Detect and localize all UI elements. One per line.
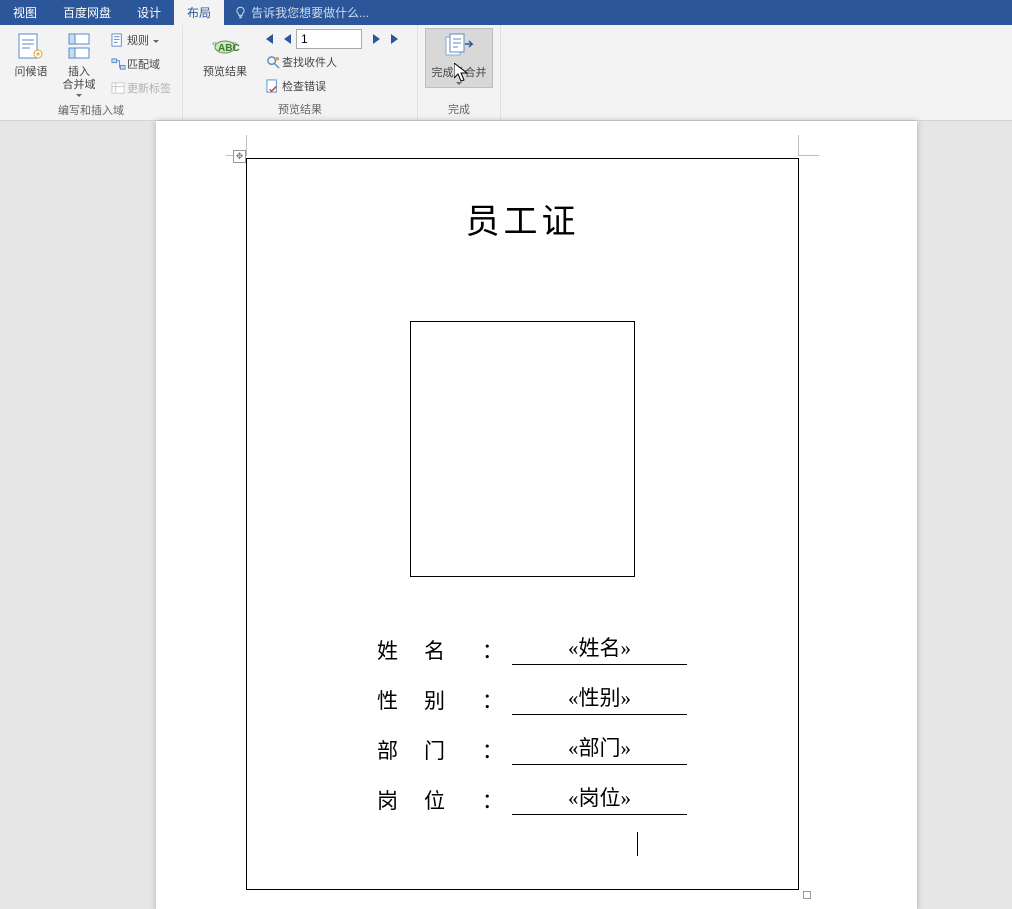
field-label: 部门 (377, 735, 482, 765)
first-record-button[interactable] (260, 30, 278, 48)
tab-layout[interactable]: 布局 (174, 0, 224, 25)
table-resize-handle[interactable] (803, 891, 811, 899)
badge-title[interactable]: 员工证 (247, 194, 798, 243)
check-errors-label: 检查错误 (282, 78, 326, 94)
lightbulb-icon (234, 6, 247, 19)
table-move-handle[interactable]: ✥ (233, 150, 246, 163)
merge-field-department[interactable]: «部门» (512, 732, 687, 765)
group-write-insert-fields: 问候语 插入 合并域 规则 匹配域 (0, 25, 183, 120)
colon: ： (482, 735, 512, 765)
greeting-line-button[interactable]: 问候语 (7, 28, 55, 100)
chevron-down-icon (456, 82, 462, 85)
ribbon: 问候语 插入 合并域 规则 匹配域 (0, 25, 1012, 121)
check-errors-icon (264, 79, 282, 94)
finish-merge-icon (443, 31, 475, 65)
tell-me-placeholder: 告诉我您想要做什么... (251, 4, 369, 21)
tab-baidu-netdisk[interactable]: 百度网盘 (50, 0, 124, 25)
finish-merge-label: 完成并合并 (432, 67, 487, 80)
fields-block: 姓名 ： «姓名» 性别 ： «性别» 部门 ： «部门» 岗位 ： « (377, 632, 798, 856)
rules-button[interactable]: 规则 (105, 28, 175, 52)
merge-field-gender[interactable]: «性别» (512, 682, 687, 715)
merge-field-position[interactable]: «岗位» (512, 782, 687, 815)
preview-results-label: 预览结果 (203, 66, 247, 79)
colon: ： (482, 785, 512, 815)
field-label: 岗位 (377, 785, 482, 815)
field-row-department[interactable]: 部门 ： «部门» (377, 732, 798, 765)
badge-frame[interactable]: 员工证 姓名 ： «姓名» 性别 ： «性别» 部门 ： «部门» (246, 158, 799, 890)
record-navigator (260, 28, 404, 50)
next-record-button[interactable] (368, 30, 386, 48)
rules-icon (109, 33, 127, 48)
match-fields-label: 匹配域 (127, 56, 160, 72)
group-finish: 完成并合并 完成 (418, 25, 501, 120)
tab-view[interactable]: 视图 (0, 0, 50, 25)
field-row-gender[interactable]: 性别 ： «性别» (377, 682, 798, 715)
merge-field-name[interactable]: «姓名» (512, 632, 687, 665)
colon: ： (482, 685, 512, 715)
group-label-write: 编写和插入域 (58, 100, 124, 121)
finish-and-merge-button[interactable]: 完成并合并 (425, 28, 493, 88)
field-row-name[interactable]: 姓名 ： «姓名» (377, 632, 798, 665)
chevron-down-icon (153, 40, 159, 43)
record-number-input[interactable] (296, 29, 362, 49)
group-label-finish: 完成 (448, 99, 470, 120)
photo-placeholder[interactable] (410, 321, 635, 577)
text-cursor (637, 832, 638, 856)
colon: ： (482, 635, 512, 665)
tell-me-box[interactable]: 告诉我您想要做什么... (224, 0, 1012, 25)
match-fields-icon (109, 57, 127, 72)
field-row-position[interactable]: 岗位 ： «岗位» (377, 782, 798, 815)
update-labels-button: 更新标签 (105, 76, 175, 100)
rules-label: 规则 (127, 32, 149, 48)
update-labels-label: 更新标签 (127, 80, 171, 96)
insert-merge-field-button[interactable]: 插入 合并域 (55, 28, 103, 100)
field-label: 姓名 (377, 635, 482, 665)
ribbon-tab-bar: 视图 百度网盘 设计 布局 告诉我您想要做什么... (0, 0, 1012, 25)
group-label-preview: 预览结果 (278, 99, 322, 120)
greeting-icon (17, 30, 45, 64)
group-preview-results: «»ABC 预览结果 查找收件人 检查错误 (183, 25, 418, 120)
document-workspace[interactable]: ✥ 员工证 姓名 ： «姓名» 性别 ： «性别» 部门 ： «部门» (0, 121, 1012, 909)
page[interactable]: ✥ 员工证 姓名 ： «姓名» 性别 ： «性别» 部门 ： «部门» (156, 121, 917, 909)
preview-results-button[interactable]: «»ABC 预览结果 (196, 28, 254, 81)
chevron-down-icon (76, 94, 82, 97)
field-label: 性别 (377, 685, 482, 715)
match-fields-button[interactable]: 匹配域 (105, 52, 175, 76)
tab-design[interactable]: 设计 (124, 0, 174, 25)
svg-text:ABC: ABC (218, 43, 240, 54)
last-record-button[interactable] (386, 30, 404, 48)
find-recipient-icon (264, 55, 282, 70)
find-recipient-label: 查找收件人 (282, 54, 337, 70)
find-recipient-button[interactable]: 查找收件人 (260, 50, 404, 74)
preview-results-icon: «»ABC (208, 30, 242, 64)
greeting-label: 问候语 (15, 66, 48, 79)
check-errors-button[interactable]: 检查错误 (260, 74, 404, 98)
prev-record-button[interactable] (278, 30, 296, 48)
update-labels-icon (109, 81, 127, 96)
insert-merge-field-label: 插入 合并域 (63, 66, 96, 92)
margin-corner-tr (798, 135, 819, 156)
insert-merge-field-icon (65, 30, 93, 64)
